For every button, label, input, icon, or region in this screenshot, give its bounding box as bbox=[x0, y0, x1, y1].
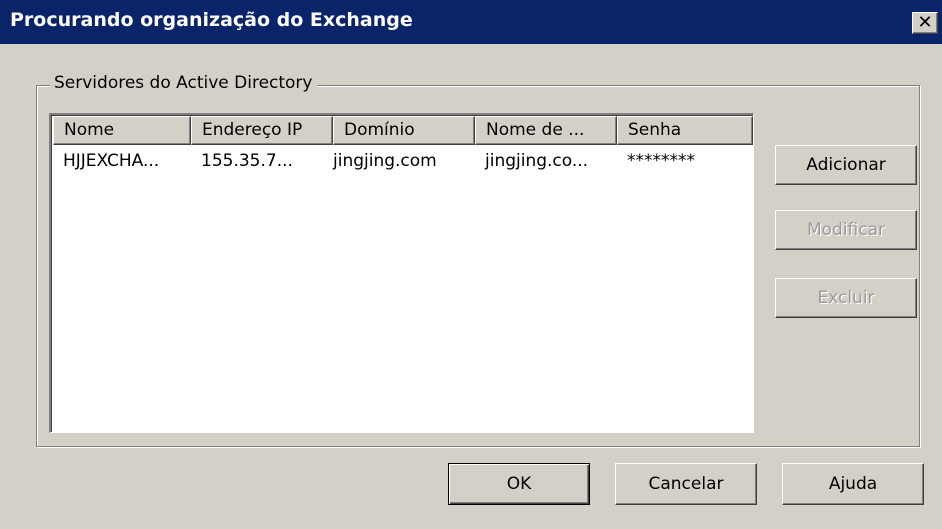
ok-button-label: OK bbox=[506, 474, 532, 494]
column-header-ip[interactable]: Endereço IP bbox=[191, 116, 333, 145]
window-title: Procurando organização do Exchange bbox=[10, 9, 413, 31]
ok-button[interactable]: OK bbox=[448, 463, 590, 505]
groupbox-label: Servidores do Active Directory bbox=[50, 73, 317, 93]
cell-username: jingjing.co... bbox=[485, 151, 589, 171]
title-bar: Procurando organização do Exchange ✕ bbox=[0, 0, 942, 44]
add-button[interactable]: Adicionar bbox=[775, 145, 917, 185]
delete-button[interactable]: Excluir bbox=[775, 278, 917, 318]
cell-password: ******** bbox=[627, 151, 695, 171]
modify-button[interactable]: Modificar bbox=[775, 210, 917, 250]
cancel-button-label: Cancelar bbox=[648, 474, 724, 494]
delete-button-label: Excluir bbox=[817, 288, 875, 308]
modify-button-label: Modificar bbox=[806, 220, 886, 240]
close-button[interactable]: ✕ bbox=[912, 12, 938, 34]
servers-listview[interactable]: Nome Endereço IP Domínio Nome de ... Sen… bbox=[49, 113, 754, 433]
cell-name: HJJEXCHA... bbox=[63, 151, 160, 171]
column-header-name[interactable]: Nome bbox=[53, 116, 191, 145]
close-icon: ✕ bbox=[917, 12, 933, 33]
add-button-label: Adicionar bbox=[806, 155, 886, 175]
help-button-label: Ajuda bbox=[828, 474, 878, 494]
help-button[interactable]: Ajuda bbox=[782, 463, 924, 505]
column-header-username[interactable]: Nome de ... bbox=[475, 116, 617, 145]
column-header-domain[interactable]: Domínio bbox=[333, 116, 475, 145]
table-row[interactable]: HJJEXCHA... 155.35.7... jingjing.com jin… bbox=[53, 149, 753, 177]
column-header-password[interactable]: Senha bbox=[617, 116, 753, 145]
cell-ip: 155.35.7... bbox=[201, 151, 293, 171]
cancel-button[interactable]: Cancelar bbox=[615, 463, 757, 505]
cell-domain: jingjing.com bbox=[333, 151, 437, 171]
list-header: Nome Endereço IP Domínio Nome de ... Sen… bbox=[53, 116, 753, 145]
